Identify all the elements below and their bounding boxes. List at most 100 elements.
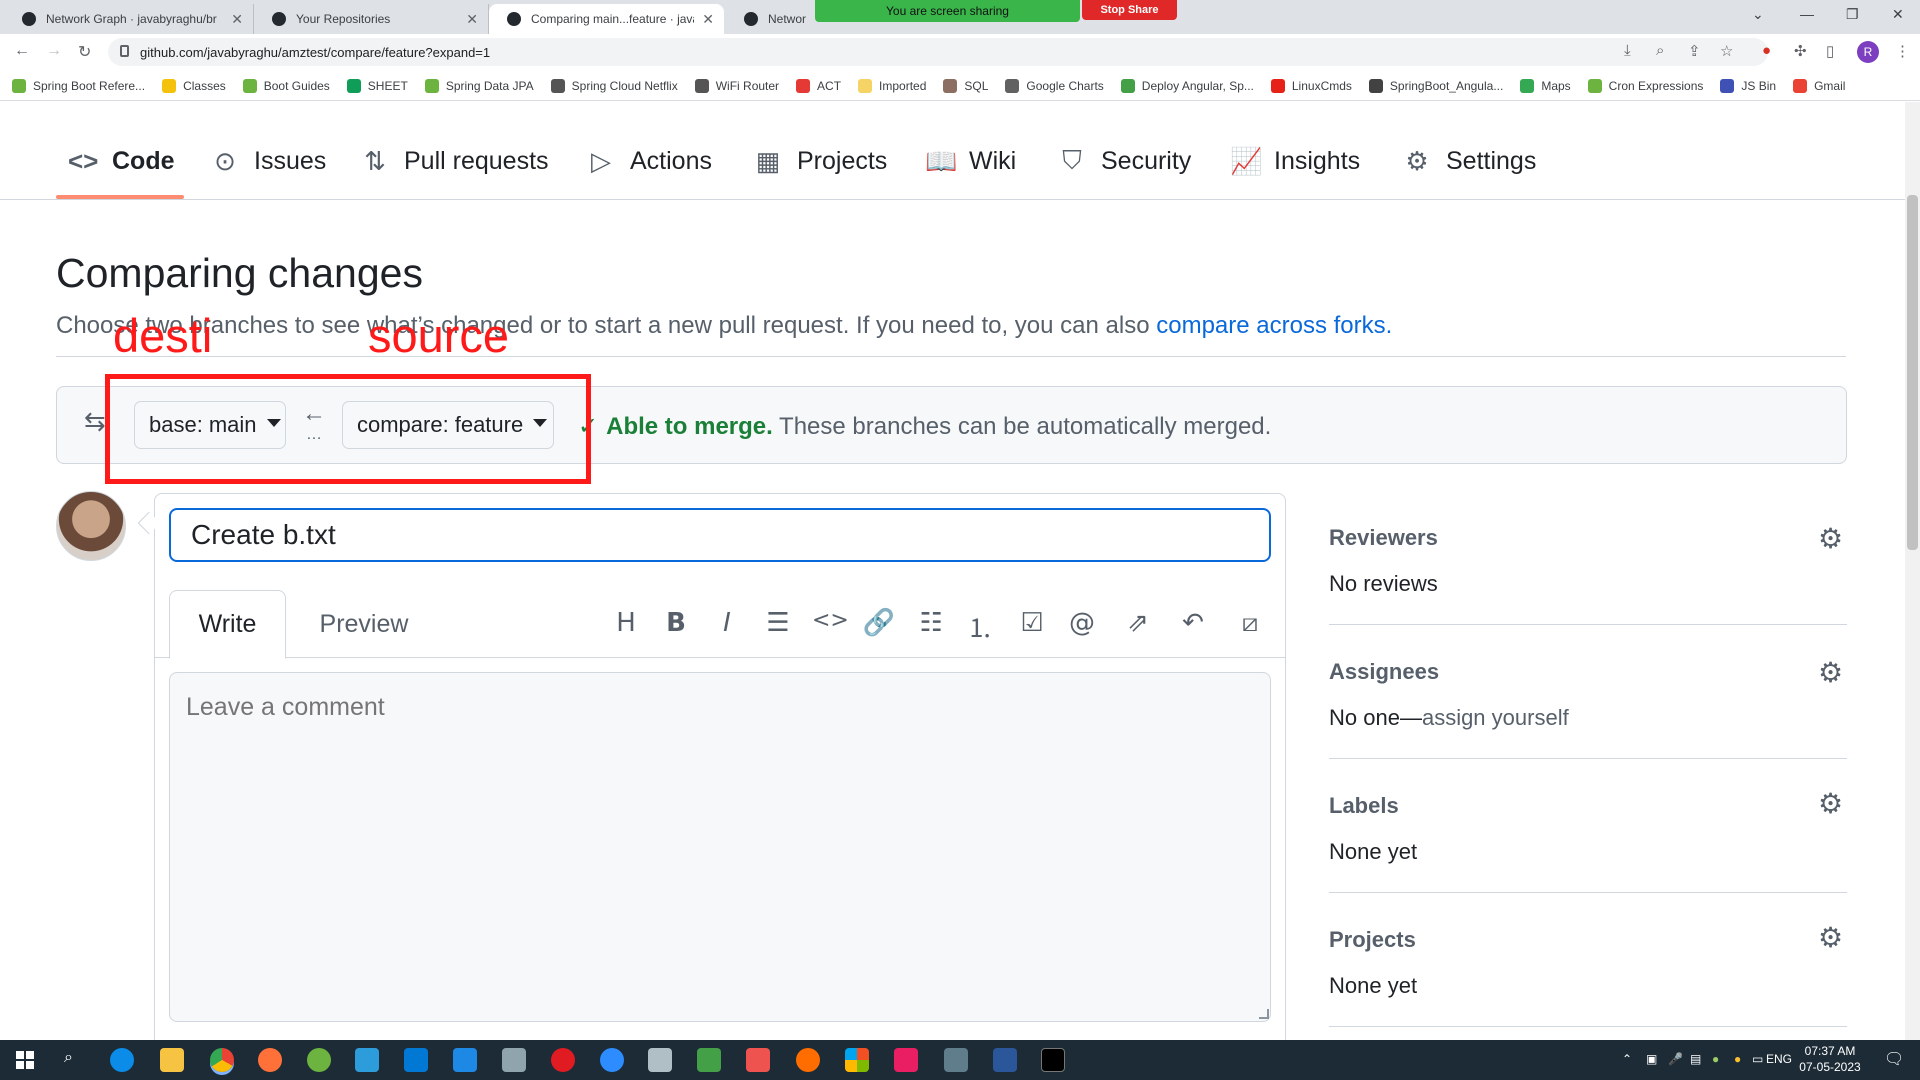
tray-app-icon[interactable]: ▣	[1646, 1052, 1657, 1066]
italic-icon[interactable]: I	[710, 608, 744, 638]
bookmark-item[interactable]: LinuxCmds	[1270, 78, 1352, 93]
forward-icon[interactable]: →	[46, 42, 62, 60]
app-icon[interactable]	[502, 1048, 526, 1072]
postman-icon[interactable]	[796, 1048, 820, 1072]
tray-chevron-icon[interactable]: ⌃	[1622, 1052, 1632, 1066]
mention-icon[interactable]: @	[1065, 608, 1099, 638]
network-icon[interactable]: ▭	[1752, 1052, 1763, 1066]
compare-across-forks-link[interactable]: compare across forks.	[1156, 312, 1392, 339]
link-icon[interactable]: 🔗	[862, 608, 896, 638]
bookmark-item[interactable]: Gmail	[1793, 78, 1845, 93]
menu-icon[interactable]: ⋮	[1895, 42, 1910, 60]
bookmark-item[interactable]: Google Charts	[1005, 78, 1104, 93]
bold-icon[interactable]: B	[659, 608, 693, 638]
numbered-list-icon[interactable]: ⒈	[963, 608, 997, 645]
tab-insights[interactable]: 📈 Insights	[1230, 144, 1360, 178]
notifications-icon[interactable]: 🗨	[1884, 1049, 1904, 1069]
labels-heading[interactable]: Labels	[1329, 793, 1399, 819]
task-list-icon[interactable]: ☑	[1015, 608, 1049, 638]
microphone-icon[interactable]: 🎤	[1668, 1052, 1683, 1066]
bookmark-item[interactable]: Boot Guides	[242, 78, 330, 93]
app-icon[interactable]	[355, 1048, 379, 1072]
bookmark-item[interactable]: Cron Expressions	[1587, 78, 1703, 93]
resize-grip-icon[interactable]	[1259, 1009, 1269, 1019]
back-icon[interactable]: ←	[14, 42, 30, 60]
tab-pull-requests[interactable]: ⇅ Pull requests	[360, 144, 548, 178]
opera-icon[interactable]	[551, 1048, 575, 1072]
comment-textarea[interactable]	[169, 672, 1271, 1022]
tab-security[interactable]: ⛉ Security	[1057, 144, 1191, 178]
tray-app-icon[interactable]: ▤	[1690, 1052, 1701, 1066]
tab-code[interactable]: <> Code	[68, 144, 175, 178]
projects-gear-icon[interactable]: ⚙	[1818, 921, 1843, 954]
browser-tab[interactable]: Network Graph · javabyraghu/br ✕	[4, 4, 254, 34]
word-icon[interactable]	[993, 1048, 1017, 1072]
bookmark-item[interactable]: Spring Data JPA	[424, 78, 534, 93]
tab-actions[interactable]: ▷ Actions	[586, 144, 712, 178]
tab-issues[interactable]: ⊙ Issues	[210, 144, 326, 178]
share-icon[interactable]: ⇪	[1688, 42, 1701, 60]
spring-tools-icon[interactable]	[307, 1048, 331, 1072]
browser-tab-active[interactable]: Comparing main...feature · javab ✕	[489, 4, 724, 34]
bookmark-item[interactable]: Spring Boot Refere...	[12, 78, 145, 93]
bulleted-list-icon[interactable]: ☷	[914, 608, 948, 638]
intellij-icon[interactable]	[894, 1048, 918, 1072]
tab-wiki[interactable]: 📖 Wiki	[925, 144, 1016, 178]
tray-app-icon[interactable]: ●	[1712, 1052, 1719, 1066]
reload-icon[interactable]: ↻	[78, 42, 91, 62]
close-icon[interactable]: ✕	[702, 11, 714, 28]
bookmark-item[interactable]: Maps	[1520, 78, 1571, 93]
bookmark-item[interactable]: SHEET	[346, 78, 408, 93]
clock[interactable]: 07:37 AM 07-05-2023	[1790, 1043, 1870, 1075]
reviewers-heading[interactable]: Reviewers	[1329, 525, 1438, 551]
tab-preview[interactable]: Preview	[300, 590, 428, 659]
assignees-gear-icon[interactable]: ⚙	[1818, 656, 1843, 689]
tab-write[interactable]: Write	[169, 590, 286, 659]
bookmark-item[interactable]: ACT	[796, 78, 841, 93]
tab-search-icon[interactable]: ⌄	[1752, 6, 1764, 23]
address-bar[interactable]: github.com/javabyraghu/amztest/compare/f…	[108, 38, 1768, 66]
windows-start-icon[interactable]	[16, 1051, 34, 1069]
app-icon[interactable]	[453, 1048, 477, 1072]
projects-heading[interactable]: Projects	[1329, 927, 1416, 953]
tab-settings[interactable]: ⚙ Settings	[1402, 144, 1536, 178]
bookmark-item[interactable]: SpringBoot_Angula...	[1368, 78, 1503, 93]
reference-icon[interactable]: ⇗	[1121, 608, 1155, 638]
side-panel-icon[interactable]: ▯	[1826, 42, 1834, 60]
bookmark-item[interactable]: Spring Cloud Netflix	[550, 78, 678, 93]
heading-icon[interactable]: H	[609, 608, 643, 638]
app-icon[interactable]	[944, 1048, 968, 1072]
scrollbar-thumb[interactable]	[1907, 195, 1918, 550]
browser-tab[interactable]: Network G	[726, 4, 816, 34]
edge-icon[interactable]	[110, 1048, 134, 1072]
code-icon[interactable]: <>	[812, 608, 849, 633]
file-explorer-icon[interactable]	[160, 1048, 184, 1072]
avatar[interactable]	[56, 491, 126, 561]
app-icon[interactable]	[845, 1048, 869, 1072]
window-close-icon[interactable]: ✕	[1892, 6, 1904, 23]
bookmark-item[interactable]: SQL	[943, 78, 988, 93]
stop-share-button[interactable]: Stop Share	[1082, 0, 1177, 20]
terminal-icon[interactable]	[1041, 1048, 1065, 1072]
bookmark-item[interactable]: Imported	[858, 78, 926, 93]
minimize-icon[interactable]: —	[1800, 6, 1814, 22]
app-icon[interactable]	[697, 1048, 721, 1072]
profile-avatar[interactable]: R	[1857, 41, 1879, 63]
close-icon[interactable]: ✕	[466, 11, 478, 28]
zoom-icon[interactable]: ⌕	[1656, 42, 1664, 59]
assignees-heading[interactable]: Assignees	[1329, 659, 1439, 685]
pr-title-input[interactable]	[169, 508, 1271, 562]
reply-icon[interactable]: ↶	[1176, 608, 1210, 638]
app-icon[interactable]	[746, 1048, 770, 1072]
bookmark-item[interactable]: JS Bin	[1720, 78, 1776, 93]
vscode-icon[interactable]	[404, 1048, 428, 1072]
zoom-app-icon[interactable]	[600, 1048, 624, 1072]
search-icon[interactable]: ⌕	[64, 1049, 73, 1067]
install-icon[interactable]: ⤓	[1624, 42, 1631, 59]
firefox-icon[interactable]	[258, 1048, 282, 1072]
labels-gear-icon[interactable]: ⚙	[1818, 787, 1843, 820]
virtualbox-icon[interactable]	[648, 1048, 672, 1072]
assign-yourself-link[interactable]: assign yourself	[1422, 705, 1569, 730]
language-indicator[interactable]: ENG	[1766, 1052, 1792, 1066]
tab-projects[interactable]: ▦ Projects	[753, 144, 888, 178]
